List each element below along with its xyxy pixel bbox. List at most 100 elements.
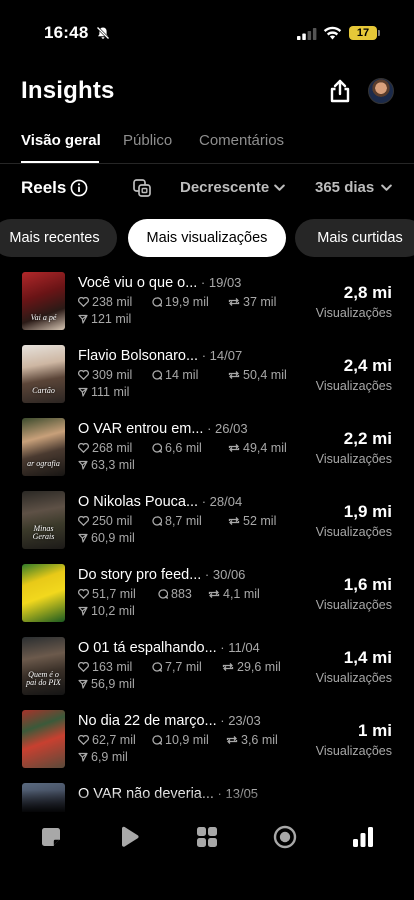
views-value: 1 mi (357, 721, 392, 740)
views-label: Visualizações (315, 452, 392, 466)
reposts-stat: 37 mil (228, 295, 276, 309)
tab-publico[interactable]: Público (123, 132, 172, 149)
heart-icon (78, 661, 89, 673)
heart-icon (78, 734, 89, 746)
list-item[interactable]: Vai a pé Você viu o que o... · 19/03 238… (0, 268, 414, 336)
comments-stat: 883 (158, 587, 192, 601)
shares-stat: 63,3 mil (78, 458, 135, 472)
active-tab-indicator (21, 161, 99, 163)
reel-title: O Nikolas Pouca... · 28/04 (78, 494, 243, 510)
views-label: Visualizações (315, 671, 392, 685)
comments-stat: 19,9 mil (152, 295, 209, 309)
thumbnail-caption: Cartão (32, 386, 55, 395)
likes-stat: 62,7 mil (78, 733, 136, 747)
send-icon (78, 460, 88, 470)
chevron-down-icon (274, 184, 285, 191)
tab-bar: Visão geral Público Comentários (0, 126, 414, 164)
comment-icon (152, 297, 163, 308)
bell-off-icon (96, 26, 110, 40)
chip-mais-curtidas[interactable]: Mais curtidas (295, 219, 414, 257)
heart-icon (78, 442, 89, 454)
views-value: 2,4 mi (343, 356, 392, 375)
list-item[interactable]: No dia 22 de março... · 23/03 62,7 mil 1… (0, 706, 414, 774)
views-label: Visualizações (315, 379, 392, 393)
chip-mais-recentes[interactable]: Mais recentes (0, 219, 117, 257)
comment-icon (152, 735, 163, 746)
reposts-stat: 52 mil (228, 514, 276, 528)
copy-icon[interactable] (132, 178, 152, 198)
sort-dropdown[interactable]: Decrescente (180, 179, 269, 196)
nav-insights-icon[interactable] (350, 824, 376, 850)
list-item[interactable]: Do story pro feed... · 30/06 51,7 mil 88… (0, 560, 414, 628)
period-dropdown[interactable]: 365 dias (315, 179, 374, 196)
list-item[interactable]: Quem é o pai do PIX O 01 tá espalhando..… (0, 633, 414, 701)
reel-title: O 01 tá espalhando... · 11/04 (78, 640, 260, 656)
signal-icon (297, 28, 317, 40)
status-time: 16:48 (44, 23, 89, 42)
heart-icon (78, 515, 89, 527)
status-bar: 16:48 17 (0, 0, 414, 54)
reposts-stat: 29,6 mil (222, 660, 281, 674)
thumbnail-caption: Minas Gerais (32, 524, 55, 541)
comment-icon (158, 589, 169, 600)
tab-comentarios[interactable]: Comentários (199, 132, 284, 149)
battery-indicator: 17 (349, 26, 380, 40)
send-icon (78, 752, 88, 762)
reel-thumbnail: ar ografia (22, 418, 65, 476)
repost-icon (226, 736, 238, 744)
repost-icon (208, 590, 220, 598)
comments-stat: 7,7 mil (152, 660, 202, 674)
comment-icon (152, 443, 163, 454)
tab-visao-geral[interactable]: Visão geral (21, 132, 101, 149)
list-item[interactable]: Minas Gerais O Nikolas Pouca... · 28/04 … (0, 487, 414, 555)
comment-icon (152, 370, 163, 381)
reel-thumbnail: Cartão (22, 345, 65, 403)
sort-chips: Mais recentes Mais visualizações Mais cu… (0, 219, 414, 257)
reel-thumbnail (22, 564, 65, 622)
reposts-stat: 3,6 mil (226, 733, 278, 747)
shares-stat: 56,9 mil (78, 677, 135, 691)
views-value: 2,8 mi (343, 283, 392, 302)
heart-icon (78, 369, 89, 381)
send-icon (78, 533, 88, 543)
thumbnail-caption: Vai a pé (30, 313, 57, 322)
comment-icon (152, 662, 163, 673)
thumbnail-caption: Quem é o pai do PIX (26, 670, 61, 687)
repost-icon (222, 663, 234, 671)
reel-title: No dia 22 de março... · 23/03 (78, 713, 261, 729)
comment-icon (152, 516, 163, 527)
info-icon[interactable] (70, 179, 88, 197)
send-icon (78, 606, 88, 616)
nav-posts-icon[interactable] (38, 824, 64, 850)
share-upload-icon[interactable] (327, 78, 353, 104)
views-label: Visualizações (315, 306, 392, 320)
comments-stat: 8,7 mil (152, 514, 202, 528)
content-type-label: Reels (21, 178, 67, 197)
filter-row: Reels Decrescente 365 dias (0, 174, 414, 202)
views-value: 1,4 mi (343, 648, 392, 667)
reel-title: Flavio Bolsonaro... · 14/07 (78, 348, 243, 364)
comments-stat: 14 mil (152, 368, 198, 382)
chip-mais-visualizacoes[interactable]: Mais visualizações (128, 219, 286, 257)
list-item[interactable]: ar ografia O VAR entrou em... · 26/03 26… (0, 414, 414, 482)
shares-stat: 6,9 mil (78, 750, 128, 764)
reel-thumbnail: Vai a pé (22, 272, 65, 330)
nav-reels-icon[interactable] (116, 824, 142, 850)
list-fade (0, 790, 414, 814)
heart-icon (78, 588, 89, 600)
reel-thumbnail: Quem é o pai do PIX (22, 637, 65, 695)
views-label: Visualizações (315, 598, 392, 612)
shares-stat: 10,2 mil (78, 604, 135, 618)
repost-icon (228, 371, 240, 379)
nav-grid-icon[interactable] (194, 824, 220, 850)
reel-title: O VAR entrou em... · 26/03 (78, 421, 248, 437)
avatar[interactable] (368, 78, 394, 104)
chevron-down-icon (381, 184, 392, 191)
list-item[interactable]: Cartão Flavio Bolsonaro... · 14/07 309 m… (0, 341, 414, 409)
nav-live-icon[interactable] (272, 824, 298, 850)
views-label: Visualizações (315, 744, 392, 758)
likes-stat: 238 mil (78, 295, 132, 309)
reposts-stat: 50,4 mil (228, 368, 287, 382)
page-title: Insights (21, 77, 115, 104)
likes-stat: 51,7 mil (78, 587, 136, 601)
